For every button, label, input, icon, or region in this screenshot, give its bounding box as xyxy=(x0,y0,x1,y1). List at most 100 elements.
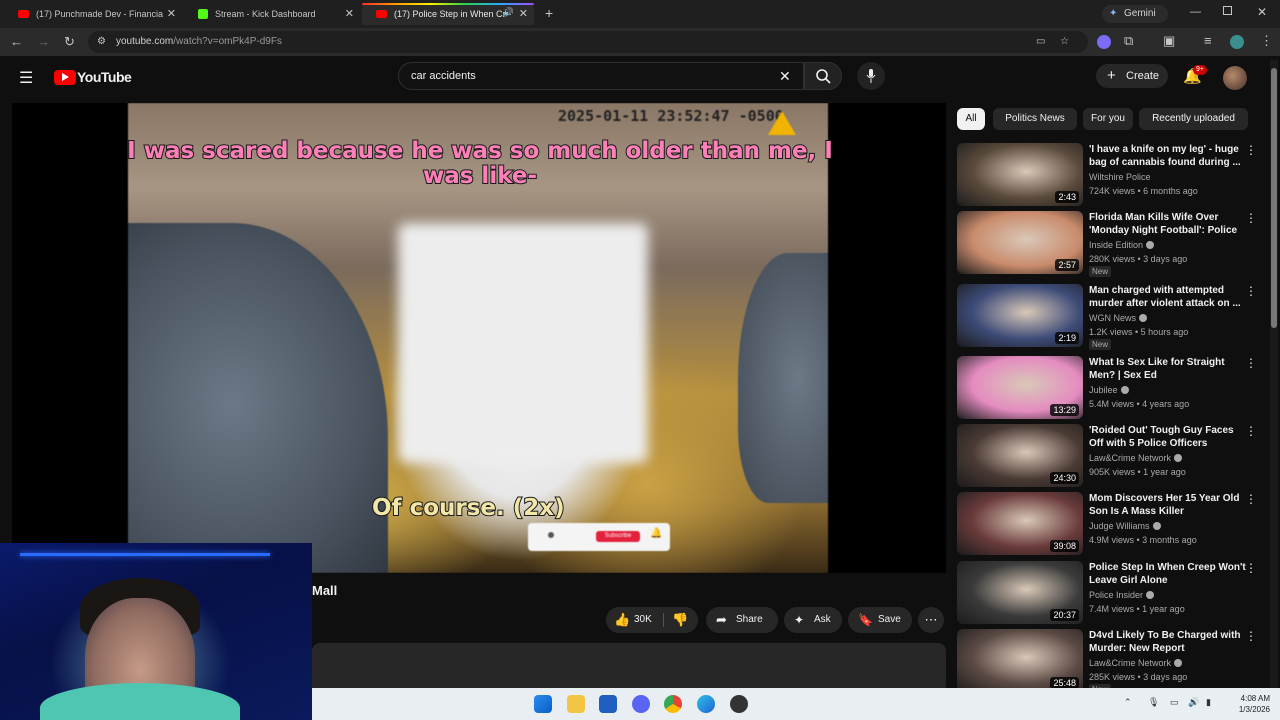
recommendation-channel[interactable]: Jubilee xyxy=(1089,385,1129,395)
recommendation-item[interactable]: 24:30 'Roided Out' Tough Guy Faces Off wi… xyxy=(957,424,1262,488)
video-thumbnail[interactable]: 25:48 xyxy=(957,629,1083,692)
video-player[interactable]: 2025-01-11 23:52:47 -0500 Subscribe 🔔 I … xyxy=(12,103,946,573)
chip-politics-news[interactable]: Politics News xyxy=(993,108,1077,130)
menu-hamburger-icon[interactable]: ☰ xyxy=(19,68,33,88)
bookmark-star-icon[interactable]: ☆ xyxy=(1060,31,1069,53)
tab-punchmade[interactable]: (17) Punchmade Dev - Financia ✕ xyxy=(4,3,182,25)
recommendation-item[interactable]: 2:57 Florida Man Kills Wife Over 'Monday … xyxy=(957,211,1262,277)
video-thumbnail[interactable]: 2:43 xyxy=(957,143,1083,206)
tab-police-video[interactable]: (17) Police Step in When Cr 🔊 ✕ xyxy=(362,3,534,25)
tab-kick-dashboard[interactable]: Stream - Kick Dashboard ✕ xyxy=(184,3,360,25)
recommendation-channel[interactable]: Wiltshire Police xyxy=(1089,172,1151,182)
audio-playing-icon[interactable]: 🔊 xyxy=(503,7,514,18)
subscribe-overlay-button[interactable]: Subscribe xyxy=(596,531,640,542)
chip-recently-uploaded[interactable]: Recently uploaded xyxy=(1139,108,1248,130)
recommendation-channel[interactable]: Law&Crime Network xyxy=(1089,658,1183,668)
volume-icon[interactable]: 🔊 xyxy=(1188,697,1199,708)
network-icon[interactable]: ▭ xyxy=(1170,697,1179,708)
obs-icon[interactable] xyxy=(730,695,748,713)
close-tab-icon[interactable]: ✕ xyxy=(519,7,528,20)
scrollbar-thumb[interactable] xyxy=(1271,68,1277,328)
edge-icon[interactable] xyxy=(697,695,715,713)
file-explorer-icon[interactable] xyxy=(567,695,585,713)
close-tab-icon[interactable]: ✕ xyxy=(167,7,176,20)
chip-all[interactable]: All xyxy=(957,108,985,130)
video-thumbnail[interactable]: 24:30 xyxy=(957,424,1083,487)
chip-for-you[interactable]: For you xyxy=(1083,108,1133,130)
more-actions-button[interactable]: ⋯ xyxy=(918,607,944,633)
recommendation-channel[interactable]: Inside Edition xyxy=(1089,240,1155,250)
close-tab-icon[interactable]: ✕ xyxy=(345,7,354,20)
extensions-puzzle-icon[interactable]: ⧉ xyxy=(1124,33,1133,49)
tray-chevron-icon[interactable]: ⌃ xyxy=(1124,697,1132,708)
store-icon[interactable] xyxy=(599,695,617,713)
dislike-button[interactable]: 👎 xyxy=(672,607,688,633)
split-view-icon[interactable]: ▣ xyxy=(1163,33,1175,49)
recommendation-title[interactable]: Florida Man Kills Wife Over 'Monday Nigh… xyxy=(1089,211,1249,237)
reload-icon[interactable]: ↻ xyxy=(64,34,75,50)
recommendation-channel[interactable]: Judge Williams xyxy=(1089,521,1161,531)
recommendation-title[interactable]: D4vd Likely To Be Charged with Murder: N… xyxy=(1089,629,1249,655)
clear-search-icon[interactable]: ✕ xyxy=(779,63,791,89)
chrome-icon[interactable] xyxy=(664,695,682,713)
battery-icon[interactable]: ▮ xyxy=(1206,697,1211,708)
maximize-icon[interactable] xyxy=(1223,6,1232,15)
discord-icon[interactable] xyxy=(632,695,650,713)
ask-button[interactable]: ✦ Ask xyxy=(784,607,842,633)
save-button[interactable]: 🔖 Save xyxy=(848,607,912,633)
recommendation-title[interactable]: What Is Sex Like for Straight Men? | Sex… xyxy=(1089,356,1249,382)
create-button[interactable]: + Create xyxy=(1096,64,1168,88)
subscribe-overlay[interactable]: Subscribe 🔔 xyxy=(528,523,670,551)
recommendation-channel[interactable]: Law&Crime Network xyxy=(1089,453,1183,463)
recommendation-channel[interactable]: Police Insider xyxy=(1089,590,1155,600)
description-box[interactable] xyxy=(312,643,946,693)
more-vertical-icon[interactable]: ⋮ xyxy=(1245,356,1257,370)
browser-menu-icon[interactable]: ⋮ xyxy=(1260,33,1273,49)
recommendation-title[interactable]: Police Step In When Creep Won't Leave Gi… xyxy=(1089,561,1249,587)
recommendation-item[interactable]: 39:08 Mom Discovers Her 15 Year Old Son I… xyxy=(957,492,1262,556)
video-thumbnail[interactable]: 2:57 xyxy=(957,211,1083,274)
like-button[interactable]: 👍 30K xyxy=(606,607,662,633)
more-vertical-icon[interactable]: ⋮ xyxy=(1245,211,1257,225)
recommendation-channel[interactable]: WGN News xyxy=(1089,313,1147,323)
system-clock[interactable]: 4:08 AM 1/3/2026 xyxy=(1239,693,1270,715)
microphone-tray-icon[interactable]: 🎙 xyxy=(1148,697,1159,708)
recommendation-item[interactable]: 2:43 'I have a knife on my leg' - huge ba… xyxy=(957,143,1262,207)
cast-icon[interactable]: ▭ xyxy=(1036,31,1045,53)
windows-start-icon[interactable] xyxy=(534,695,552,713)
minimize-icon[interactable]: — xyxy=(1190,6,1201,18)
voice-search-button[interactable] xyxy=(857,62,885,90)
site-info-icon[interactable]: ⚙ xyxy=(97,31,106,53)
address-bar[interactable]: ⚙ youtube.com/watch?v=omPk4P-d9Fs ▭ ☆ xyxy=(88,31,1088,53)
profile-avatar-icon[interactable] xyxy=(1230,35,1244,49)
recommendation-item[interactable]: 13:29 What Is Sex Like for Straight Men? … xyxy=(957,356,1262,420)
video-thumbnail[interactable]: 2:19 xyxy=(957,284,1083,347)
video-thumbnail[interactable]: 20:37 xyxy=(957,561,1083,624)
more-vertical-icon[interactable]: ⋮ xyxy=(1245,143,1257,157)
extension-icon[interactable] xyxy=(1097,35,1111,49)
more-vertical-icon[interactable]: ⋮ xyxy=(1245,492,1257,506)
back-icon[interactable]: ← xyxy=(10,34,23,49)
page-scrollbar[interactable] xyxy=(1270,60,1278,688)
media-control-icon[interactable]: ≡ xyxy=(1204,33,1212,48)
search-button[interactable] xyxy=(804,62,842,90)
more-vertical-icon[interactable]: ⋮ xyxy=(1245,561,1257,575)
more-vertical-icon[interactable]: ⋮ xyxy=(1245,424,1257,438)
gemini-button[interactable]: ✦ Gemini xyxy=(1102,5,1168,23)
account-avatar[interactable] xyxy=(1223,66,1247,90)
recommendation-title[interactable]: Man charged with attempted murder after … xyxy=(1089,284,1249,310)
recommendation-item[interactable]: 2:19 Man charged with attempted murder af… xyxy=(957,284,1262,350)
video-thumbnail[interactable]: 39:08 xyxy=(957,492,1083,555)
video-thumbnail[interactable]: 13:29 xyxy=(957,356,1083,419)
recommendation-title[interactable]: 'Roided Out' Tough Guy Faces Off with 5 … xyxy=(1089,424,1249,450)
share-button[interactable]: ➦ Share xyxy=(706,607,778,633)
recommendation-title[interactable]: Mom Discovers Her 15 Year Old Son Is A M… xyxy=(1089,492,1249,518)
more-vertical-icon[interactable]: ⋮ xyxy=(1245,629,1257,643)
more-vertical-icon[interactable]: ⋮ xyxy=(1245,284,1257,298)
new-tab-icon[interactable]: + xyxy=(545,5,553,21)
forward-icon[interactable]: → xyxy=(37,34,50,49)
search-input[interactable]: car accidents ✕ xyxy=(398,62,804,90)
close-window-icon[interactable]: ✕ xyxy=(1257,5,1267,19)
recommendation-item[interactable]: 20:37 Police Step In When Creep Won't Lea… xyxy=(957,561,1262,625)
recommendation-item[interactable]: 25:48 D4vd Likely To Be Charged with Murd… xyxy=(957,629,1262,695)
